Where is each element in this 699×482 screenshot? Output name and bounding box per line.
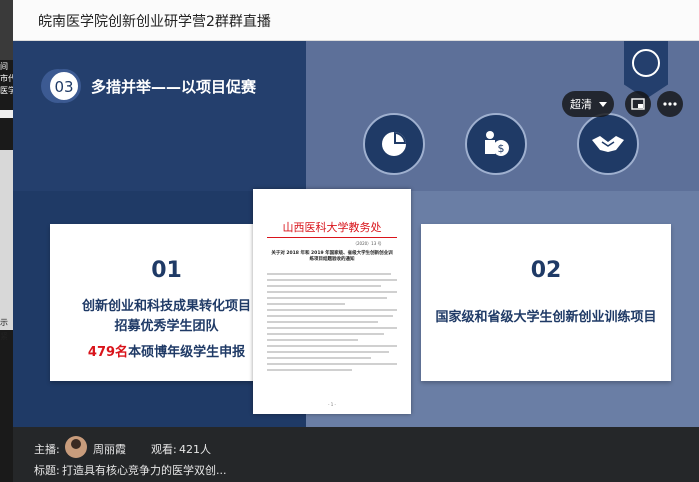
stream-info-bar: 主播: 周丽霞 观看: 421人 标题: 打造具有核心竞争力的医学双创... [13,427,699,482]
document-issuer: 山西医科大学教务处 [282,221,382,234]
avatar[interactable] [65,436,87,458]
project-card-02: 02 国家级和省级大学生创新创业训练项目 [421,224,671,381]
quality-label: 超清 [570,98,592,111]
title-bar: 皖南医学院创新创业研学营2群群直播 [13,0,699,41]
video-player[interactable]: 03 多措并举——以项目促赛 $ 01 创新创业和科技成果转化项目 招募优秀学生… [13,41,699,427]
left-thumb-top[interactable] [0,0,13,60]
svg-text:$: $ [498,142,505,155]
subject-text: 打造具有核心竞争力的医学双创... [62,464,227,477]
document-number: （2020）13 号 [353,241,382,246]
left-fragment: 市代7 [0,74,13,83]
host-name[interactable]: 周丽霞 [93,441,126,457]
window-title: 皖南医学院创新创业研学营2群群直播 [38,14,271,30]
picture-in-picture-icon [631,98,645,110]
quality-select[interactable]: 超清 [562,91,614,117]
notice-document: 山西医科大学教务处 （2020）13 号 关于对 2018 年和 2019 年国… [253,189,411,414]
highlight-count: 479名 [87,345,129,360]
left-thumb-middle[interactable] [0,150,13,330]
host-label: 主播: [34,443,60,456]
handshake-icon [577,113,639,175]
money-person-icon: $ [465,113,527,175]
pie-chart-icon [363,113,425,175]
card-line-3-rest: 本硕博年级学生申报 [128,345,246,360]
project-card-01: 01 创新创业和科技成果转化项目 招募优秀学生团队 479名本硕博年级学生申报 [50,224,283,381]
left-divider [0,110,13,118]
document-body [267,273,397,375]
slide-heading: 多措并举——以项目促赛 [91,78,257,96]
pip-button[interactable] [625,91,651,117]
section-number-badge: 03 [47,69,81,103]
seal-icon [632,49,660,77]
more-button[interactable] [657,91,683,117]
card-number: 01 [151,258,182,283]
subject-label: 标题: [34,464,60,477]
left-fragment: 间 [0,62,8,71]
card-line-1: 国家级和省级大学生创新创业训练项目 [435,310,657,325]
card-line-3: 479名本硕博年级学生申报 [50,341,283,360]
viewers-label: 观看: [151,443,177,456]
document-page-number: - 1 - [328,402,336,407]
left-panel-strip: 间 市代7 医学院 示 紧 [0,0,13,482]
left-fragment: 紧 [0,332,8,341]
card-number: 02 [530,258,562,283]
document-red-rule [267,237,397,238]
live-stream-window: 间 市代7 医学院 示 紧 皖南医学院创新创业研学营2群群直播 03 多措并举—… [0,0,699,482]
left-fragment: 示 [0,318,8,327]
more-dots-icon [663,102,677,106]
left-fragment: 医学院 [0,86,13,95]
section-number: 03 [54,78,74,96]
card-line-1: 创新创业和科技成果转化项目 [81,299,251,314]
chevron-down-icon [599,102,607,107]
document-title: 关于对 2018 年和 2019 年国家级、省级大学生创新创业训练项目结题验收的… [271,251,393,262]
viewers-count: 421人 [179,443,211,456]
card-line-2: 招募优秀学生团队 [114,319,219,334]
